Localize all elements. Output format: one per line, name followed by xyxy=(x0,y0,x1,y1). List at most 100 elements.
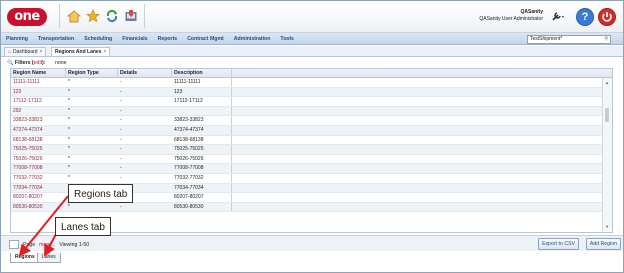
menu-contract-mgmt[interactable]: Contract Mgmt xyxy=(187,36,224,42)
grid-header: Region Name Region Type Details Descript… xyxy=(11,69,612,78)
quick-icons xyxy=(59,4,145,28)
bottom-tabs: Regions Lanes xyxy=(1,252,623,263)
user-name: QASanity xyxy=(520,9,543,15)
refresh-icon[interactable] xyxy=(104,9,119,24)
table-row[interactable]: 77032-77032 * -77032-77032 xyxy=(11,173,602,184)
table-row[interactable]: 17112-17112 * -17112-17112 xyxy=(11,97,602,107)
cell-type: * xyxy=(68,155,70,162)
tab-label: Dashboard xyxy=(13,49,38,55)
cell-desc: 47374-47374 xyxy=(172,125,232,135)
table-row[interactable]: 68138-68138 * -68138-68138 xyxy=(11,135,602,146)
scroll-thumb[interactable] xyxy=(605,108,609,122)
table-row[interactable]: 11111-11111 * -11111-11111 xyxy=(11,78,602,88)
cell-name[interactable]: 47374-47374 xyxy=(11,126,66,135)
cell-desc: 123 xyxy=(172,87,232,97)
scroll-down-icon[interactable]: ▼ xyxy=(605,224,609,229)
cell-name[interactable]: 123 xyxy=(11,88,66,97)
cell-type: * xyxy=(68,107,70,114)
cell-name[interactable]: 75025-75025 xyxy=(11,145,66,154)
cell-desc: 77034-77034 xyxy=(172,183,232,193)
cell-name[interactable]: 75026-75026 xyxy=(11,155,66,164)
home-icon[interactable] xyxy=(66,9,81,24)
column-description[interactable]: Description xyxy=(172,69,232,77)
add-region-button[interactable]: Add Region xyxy=(585,238,621,250)
lanes-tab-callout: Lanes tab xyxy=(55,217,111,236)
dashboard-icon: ⌂ xyxy=(8,49,12,55)
help-icon[interactable]: ? xyxy=(576,8,594,26)
power-icon[interactable] xyxy=(598,8,616,26)
cell-name[interactable]: 77034-77034 xyxy=(11,184,66,193)
more-link[interactable]: more... xyxy=(39,242,55,248)
filters-edit-link[interactable]: edit xyxy=(34,60,42,66)
tab-regions[interactable]: Regions xyxy=(10,253,40,263)
cell-desc xyxy=(172,106,232,116)
table-row[interactable]: 77008-77008 * -77008-77008 xyxy=(11,164,602,174)
column-region-name[interactable]: Region Name xyxy=(11,69,66,77)
cell-details: - xyxy=(120,126,122,133)
cell-name[interactable]: 80530-80530 xyxy=(11,203,66,212)
cell-name[interactable]: 292 xyxy=(11,107,66,116)
cell-type: * xyxy=(68,88,70,95)
cell-desc: 33823-33823 xyxy=(172,116,232,125)
cell-name[interactable]: 77032-77032 xyxy=(11,174,66,183)
filters-label-end: ): xyxy=(42,60,46,66)
inbox-icon[interactable] xyxy=(123,9,138,24)
table-row[interactable]: 123 * -123 xyxy=(11,87,602,98)
cell-desc: 17112-17112 xyxy=(172,97,232,106)
menu-financials[interactable]: Financials xyxy=(122,36,147,42)
cell-type: * xyxy=(68,126,70,133)
table-row[interactable]: 75026-75026 * -75026-75026 xyxy=(11,154,602,165)
menu-tools[interactable]: Tools xyxy=(280,36,293,42)
cell-name[interactable]: 77008-77008 xyxy=(11,164,66,173)
table-row[interactable]: 292 * - xyxy=(11,106,602,117)
cell-name[interactable]: 17112-17112 xyxy=(11,97,66,106)
close-icon[interactable]: × xyxy=(104,48,107,56)
column-region-type[interactable]: Region Type xyxy=(66,69,118,77)
cell-details: - xyxy=(120,107,122,114)
cell-desc: 75025-75025 xyxy=(172,145,232,154)
column-details[interactable]: Details xyxy=(118,69,172,77)
menu-scheduling[interactable]: Scheduling xyxy=(84,36,112,42)
table-row[interactable]: 33823-33823 * -33823-33823 xyxy=(11,116,602,126)
cell-name[interactable]: 33823-33823 xyxy=(11,116,66,125)
main-menu: Planning Transportation Scheduling Finan… xyxy=(1,33,623,45)
app-header: one QASanity QASanity User Administrator… xyxy=(1,1,623,33)
cell-details: - xyxy=(120,98,122,105)
scroll-up-icon[interactable]: ▲ xyxy=(605,80,609,85)
menu-reports[interactable]: Reports xyxy=(158,36,178,42)
cell-name[interactable]: 11111-11111 xyxy=(11,78,66,87)
menu-planning[interactable]: Planning xyxy=(6,36,28,42)
tab-label: Regions And Lanes xyxy=(55,49,102,55)
search-icon[interactable]: ⚲ xyxy=(604,36,608,43)
cell-desc: 77008-77008 xyxy=(172,164,232,173)
close-icon[interactable]: × xyxy=(40,48,43,56)
table-row[interactable]: 47374-47374 * -47374-47374 xyxy=(11,125,602,136)
cell-name[interactable]: 68138-68138 xyxy=(11,136,66,145)
tab-regions-and-lanes[interactable]: Regions And Lanes × xyxy=(51,47,111,56)
first-page-button[interactable] xyxy=(9,240,19,249)
cell-details: - xyxy=(120,155,122,162)
filters-bar: 🔍 Filters (edit): none xyxy=(7,60,67,66)
wrench-icon[interactable] xyxy=(552,11,566,23)
vertical-scrollbar[interactable]: ▲ ▼ xyxy=(602,78,612,231)
menu-transportation[interactable]: Transportation xyxy=(38,36,74,42)
cell-details: - xyxy=(120,136,122,143)
viewing-range: Viewing 1-50 xyxy=(59,241,90,248)
table-row[interactable]: 80530-80530 * -80530-80530 xyxy=(11,202,602,213)
cell-desc: 80207-80207 xyxy=(172,193,232,202)
cell-desc: 68138-68138 xyxy=(172,135,232,145)
menu-administration[interactable]: Administration xyxy=(234,36,271,42)
star-icon[interactable] xyxy=(85,9,100,24)
user-info: QASanity QASanity User Administrator xyxy=(479,9,543,23)
export-csv-button[interactable]: Export to CSV xyxy=(538,238,579,250)
tab-dashboard[interactable]: ⌂ Dashboard × xyxy=(4,47,47,56)
cell-type: * xyxy=(68,98,70,105)
one-logo[interactable]: one xyxy=(7,8,47,26)
cell-name[interactable]: 80207-80207 xyxy=(11,193,66,202)
search-input[interactable]: TestShipment* ⚲ xyxy=(527,35,611,44)
filters-value: none xyxy=(55,60,67,66)
table-row[interactable]: 75025-75025 * -75025-75025 xyxy=(11,145,602,155)
cell-details: - xyxy=(120,165,122,172)
cell-type: * xyxy=(68,174,70,181)
tab-lanes[interactable]: Lanes xyxy=(37,253,61,263)
